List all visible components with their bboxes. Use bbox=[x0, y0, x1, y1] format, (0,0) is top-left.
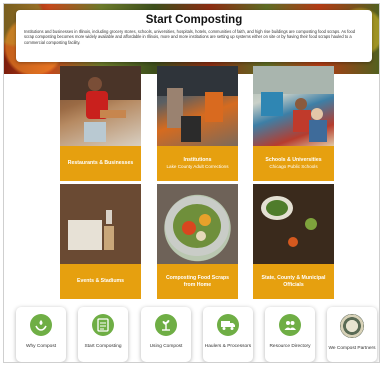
card-restaurants-businesses[interactable]: Restaurants & Businesses bbox=[60, 66, 141, 181]
food-scraps-bin-photo bbox=[157, 184, 238, 264]
nav-using-compost[interactable]: Using Compost bbox=[141, 307, 191, 362]
hands-sprout-icon bbox=[30, 314, 52, 336]
nav-label: Start Composting bbox=[84, 344, 122, 349]
event-bins-photo bbox=[60, 184, 141, 264]
card-title: Composting Food Scraps from Home bbox=[165, 275, 230, 288]
card-subtitle: Chicago Public Schools bbox=[269, 164, 318, 170]
quick-links-row: Why Compost Start Composting Using Compo… bbox=[4, 307, 379, 362]
intro-box: Start Composting Institutions and busine… bbox=[16, 10, 372, 62]
nav-label: Why Compost bbox=[25, 344, 57, 349]
page-title: Start Composting bbox=[145, 14, 243, 26]
nav-haulers-processors[interactable]: Haulers & Processors bbox=[203, 307, 253, 362]
compost-soil-photo bbox=[253, 184, 334, 264]
card-schools-universities[interactable]: Schools & Universities Chicago Public Sc… bbox=[253, 66, 334, 181]
we-compost-seal-icon bbox=[340, 314, 364, 338]
people-icon bbox=[279, 314, 301, 336]
card-title: Events & Stadiums bbox=[77, 278, 124, 285]
card-institutions[interactable]: Institutions Lake County Adult Correctio… bbox=[157, 66, 238, 181]
card-subtitle: Lake County Adult Corrections bbox=[166, 164, 229, 170]
nav-label: Haulers & Processors bbox=[204, 344, 252, 349]
nav-label: We Compost Partners bbox=[328, 346, 376, 351]
nav-we-compost-partners[interactable]: We Compost Partners bbox=[327, 307, 377, 362]
intro-text: Institutions and businesses in Illinois,… bbox=[24, 29, 356, 45]
card-title: State, County & Municipal Officials bbox=[261, 275, 326, 288]
nav-start-composting[interactable]: Start Composting bbox=[78, 307, 128, 362]
institution-kitchen-photo bbox=[157, 66, 238, 146]
nav-label: Using Compost bbox=[149, 344, 183, 349]
restaurant-worker-photo bbox=[60, 66, 141, 146]
nav-why-compost[interactable]: Why Compost bbox=[16, 307, 66, 362]
plant-icon bbox=[155, 314, 177, 336]
card-events-stadiums[interactable]: Events & Stadiums bbox=[60, 184, 141, 299]
nav-resource-directory[interactable]: Resource Directory bbox=[265, 307, 315, 362]
checklist-icon bbox=[92, 314, 114, 336]
page: Start Composting Institutions and busine… bbox=[3, 3, 380, 363]
card-composting-from-home[interactable]: Composting Food Scraps from Home bbox=[157, 184, 238, 299]
truck-icon bbox=[217, 314, 239, 336]
card-title: Restaurants & Businesses bbox=[67, 160, 134, 167]
card-title: Institutions bbox=[183, 156, 212, 163]
nav-label: Resource Directory bbox=[269, 344, 311, 349]
card-state-county-municipal[interactable]: State, County & Municipal Officials bbox=[253, 184, 334, 299]
card-title: Schools & Universities bbox=[265, 156, 322, 163]
school-cafeteria-photo bbox=[253, 66, 334, 146]
